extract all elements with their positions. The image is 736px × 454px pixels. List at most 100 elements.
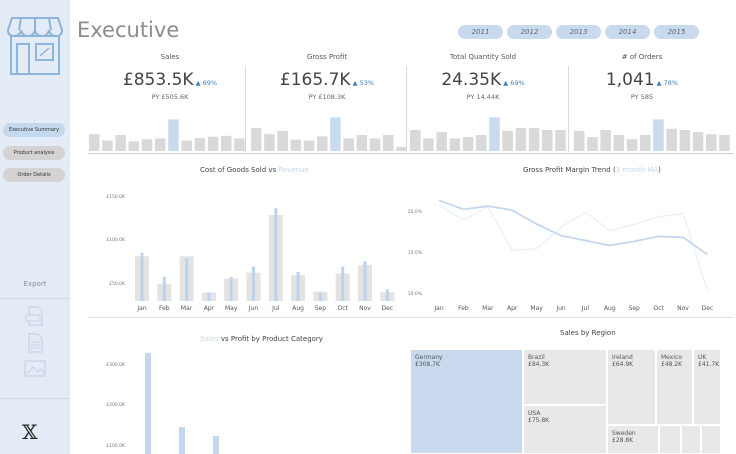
treemap-cell-other[interactable]: [701, 425, 721, 454]
kpi-spark-bar: [449, 138, 461, 151]
kpi-spark-bar: [476, 135, 487, 151]
margin-chart: 20.0% 15.0% 10.0% Jan Feb Mar Apr May Jun Jul Aug S…: [408, 199, 714, 312]
kpi-spark-bar: [489, 117, 500, 151]
kpi-spark-bar: [356, 135, 368, 151]
margin-title-end: ): [658, 166, 661, 174]
treemap-name: UK: [698, 354, 707, 361]
margin-x-tick: Mar: [482, 305, 494, 312]
margin-x-tick: Sep: [629, 305, 641, 312]
margin-line-raw: [438, 204, 708, 291]
treemap-cell-brazil[interactable]: Brazil £84.3K: [523, 349, 607, 405]
margin-x-tick: Jul: [581, 305, 590, 312]
treemap-name: USA: [528, 410, 541, 417]
kpi-spark-bar: [528, 127, 540, 151]
kpi-spark-bar: [89, 134, 100, 151]
cogs-chart-title: Cost of Goods Sold vs Revenue: [200, 166, 309, 174]
cogs-cost-bar: [341, 266, 345, 301]
cogs-title-main: Cost of Goods Sold vs: [200, 166, 279, 174]
kpi-spark-bar: [264, 134, 275, 151]
kpi-spark-bar: [587, 137, 598, 151]
category-chart: £300.0K £200.0K £100.0K: [106, 353, 219, 454]
x-logo-icon[interactable]: 𝕏: [22, 420, 38, 444]
treemap-cell-germany[interactable]: Germany £308.7K: [410, 349, 523, 454]
kpi-spark-bar: [290, 139, 302, 151]
cogs-x-tick: Dec: [381, 305, 393, 312]
margin-x-tick: Jun: [555, 305, 566, 312]
kpi-spark-bar: [115, 135, 126, 151]
export-label: Export: [23, 280, 47, 288]
kpi-spark-bar: [515, 127, 527, 151]
cogs-cost-bar: [229, 276, 233, 301]
cogs-cost-bar: [318, 292, 322, 301]
cogs-x-tick: Jun: [248, 305, 259, 312]
kpi-spark-bar: [155, 138, 166, 151]
sidebar-divider-bottom: [0, 398, 70, 399]
treemap-cell-mexico[interactable]: Mexico £48.2K: [656, 349, 693, 425]
kpi-spark-bar: [410, 130, 421, 151]
cogs-x-tick: Jul: [271, 305, 280, 312]
treemap-value: £28.8K: [612, 437, 634, 444]
treemap-cell-ireland[interactable]: Ireland £64.9K: [607, 349, 656, 425]
margin-x-tick: Apr: [507, 305, 518, 312]
kpi-spark-bar: [343, 138, 354, 151]
kpi-spark-bar: [692, 132, 704, 151]
cogs-x-tick: Nov: [359, 305, 371, 312]
treemap-name: Germany: [415, 354, 443, 361]
category-sales-bar: [213, 436, 219, 454]
margin-line-ma: [438, 199, 708, 256]
cogs-x-tick: May: [225, 305, 238, 312]
kpi-spark-bar: [181, 140, 192, 151]
cogs-x-tick: Apr: [204, 305, 215, 312]
kpi-spark-bar: [542, 130, 553, 151]
kpi-spark-bar: [207, 136, 219, 151]
image-export-icon[interactable]: [23, 359, 47, 379]
kpi-spark-bar: [613, 135, 625, 151]
kpi-spark-bar: [600, 130, 611, 151]
cogs-chart: £150.0K £100.0K £50.0K Jan Feb Mar Apr May Jun Ju…: [106, 194, 395, 312]
category-title-sales: Sales: [200, 335, 219, 343]
treemap-cell-uk[interactable]: UK £41.7K: [693, 349, 721, 425]
category-title-main: vs Profit by Product Category: [218, 335, 323, 343]
kpi-spark-bar: [574, 130, 585, 151]
cogs-x-tick: Mar: [181, 305, 193, 312]
cogs-cost-bar: [385, 289, 389, 301]
treemap-name: Ireland: [612, 354, 633, 361]
kpi-spark-bar: [277, 130, 288, 151]
kpi-spark-bar: [168, 119, 179, 151]
category-y-tick: £100.0K: [106, 443, 126, 449]
margin-title-ma: 3 month MA: [615, 166, 659, 174]
cogs-cost-bar: [296, 272, 300, 301]
cogs-y-tick: £50.0K: [109, 281, 126, 287]
kpi-spark-bar: [436, 132, 447, 151]
section-divider: [88, 153, 734, 154]
category-y-tick: £200.0K: [106, 402, 126, 408]
kpi-spark-bar: [679, 130, 691, 151]
treemap-value: £41.7K: [698, 361, 720, 368]
kpi-spark-bar: [369, 138, 381, 151]
margin-x-tick: Oct: [653, 305, 664, 312]
kpi-spark-bar: [626, 139, 638, 151]
margin-y-tick: 20.0%: [408, 209, 423, 215]
kpi-spark-bar: [666, 128, 677, 151]
pdf-export-icon[interactable]: [23, 306, 47, 326]
treemap-cell-sweden[interactable]: Sweden £28.8K: [607, 425, 659, 454]
kpi-spark-bar: [141, 139, 153, 151]
section-divider-lower: [88, 317, 734, 318]
kpi-spark-bar: [194, 137, 206, 151]
kpi-spark-bar: [102, 140, 113, 151]
kpi-spark-bar: [719, 135, 730, 151]
margin-x-tick: Dec: [702, 305, 714, 312]
nav-order-details[interactable]: Order Details: [3, 168, 65, 182]
category-y-tick: £300.0K: [106, 362, 126, 368]
kpi-sparkbars: [89, 117, 730, 151]
treemap-cell-other[interactable]: [659, 425, 681, 454]
ppt-export-icon[interactable]: [23, 333, 47, 353]
treemap-cell-other[interactable]: [681, 425, 701, 454]
cogs-title-revenue: Revenue: [278, 166, 309, 174]
category-sales-bar: [145, 353, 151, 454]
cogs-x-tick: Oct: [338, 305, 349, 312]
sidebar-divider: [0, 298, 70, 299]
region-treemap: Germany £308.7K Brazil £84.3K USA £75.8K Ir…: [410, 349, 721, 454]
category-sales-bar: [179, 427, 185, 454]
treemap-cell-usa[interactable]: USA £75.8K: [523, 405, 607, 454]
